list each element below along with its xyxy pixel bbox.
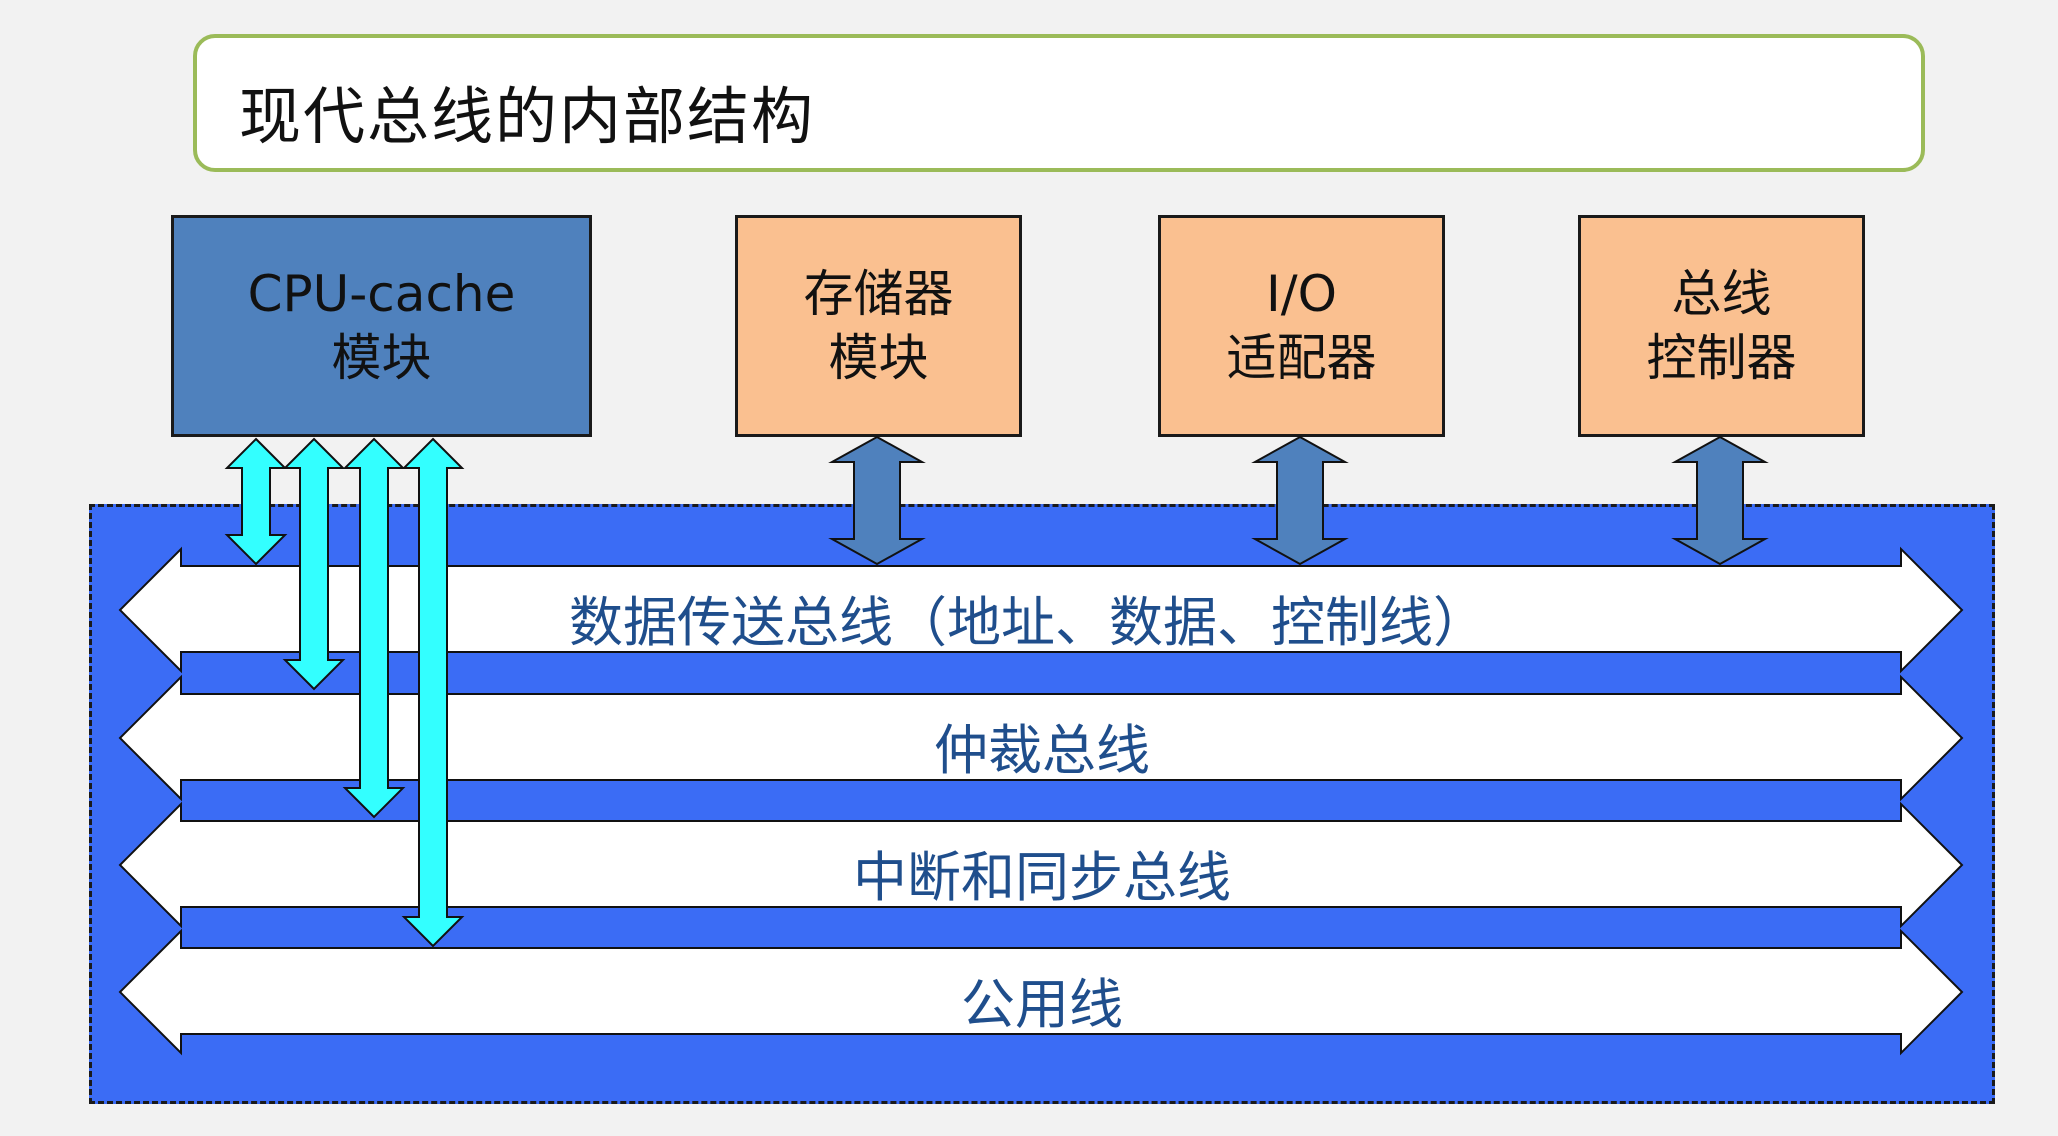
- controller-connector-arrow: [1671, 435, 1769, 566]
- interrupt-sync-bus-label: 中断和同步总线: [853, 846, 1231, 909]
- arbitration-bus-label: 仲裁总线: [934, 719, 1150, 782]
- io-connector-arrow: [1251, 435, 1349, 566]
- common-line-label: 公用线: [961, 973, 1123, 1036]
- data-transfer-bus-label: 数据传送总线（地址、数据、控制线）: [569, 591, 1487, 654]
- cpu-connector-arrow-1: [224, 437, 288, 566]
- memory-connector-arrow: [828, 435, 926, 566]
